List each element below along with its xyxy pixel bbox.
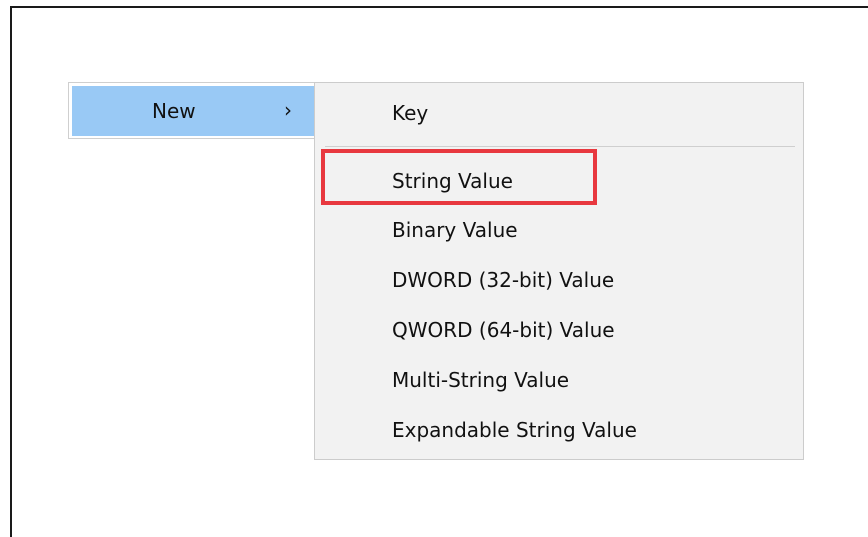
red-highlight-box bbox=[321, 149, 597, 205]
menu-item-new-label: New bbox=[152, 99, 196, 123]
window-left-border bbox=[10, 6, 12, 537]
screenshot-area: New › Key String Value Binary Value DWOR… bbox=[0, 0, 868, 537]
submenu-item-dword-value[interactable]: DWORD (32-bit) Value bbox=[392, 269, 614, 291]
window-top-border bbox=[10, 6, 868, 8]
submenu-item-qword-value[interactable]: QWORD (64-bit) Value bbox=[392, 319, 615, 341]
submenu-item-binary-value[interactable]: Binary Value bbox=[392, 219, 518, 241]
menu-separator bbox=[325, 146, 795, 147]
submenu-item-key[interactable]: Key bbox=[392, 102, 428, 124]
chevron-right-icon: › bbox=[284, 98, 292, 122]
menu-item-new[interactable]: New › bbox=[72, 86, 314, 136]
new-submenu: Key String Value Binary Value DWORD (32-… bbox=[314, 82, 804, 460]
submenu-item-multi-string-value[interactable]: Multi-String Value bbox=[392, 369, 569, 391]
context-menu: New › bbox=[68, 82, 314, 139]
submenu-item-expandable-string-value[interactable]: Expandable String Value bbox=[392, 419, 637, 441]
